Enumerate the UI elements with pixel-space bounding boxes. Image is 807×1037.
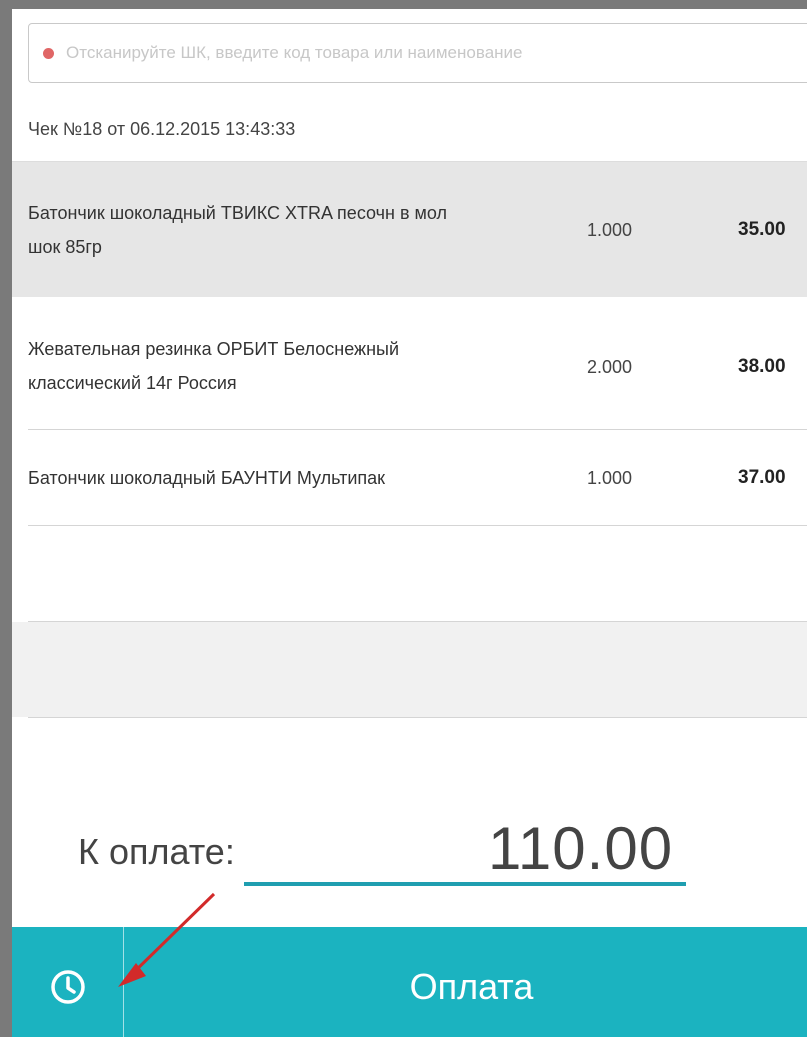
scanner-status-icon — [43, 47, 54, 59]
pay-button[interactable]: Оплата — [124, 927, 807, 1037]
item-price: 37.00 — [738, 467, 786, 488]
receipt-item-row[interactable]: Жевательная резинка ОРБИТ Белоснежный кл… — [12, 297, 807, 430]
item-name: Жевательная резинка ОРБИТ Белоснежный кл… — [28, 339, 399, 393]
item-quantity: 1.000 — [587, 220, 633, 240]
item-name: Батончик шоколадный ТВИКС XTRA песочн в … — [28, 203, 448, 257]
history-button[interactable] — [12, 927, 124, 1037]
receipt-title: Чек №18 от 06.12.2015 13:43:33 — [28, 119, 296, 139]
total-amount: 110.00 — [488, 815, 674, 882]
search-field[interactable] — [28, 23, 807, 83]
row-divider — [28, 717, 807, 718]
total-underline — [244, 882, 686, 886]
pos-window: Чек №18 от 06.12.2015 13:43:33 Батончик … — [0, 0, 807, 1037]
item-price: 38.00 — [738, 356, 786, 377]
total-label: К оплате: — [78, 831, 235, 872]
row-divider — [28, 525, 807, 526]
receipt-item-row[interactable]: Батончик шоколадный ТВИКС XTRA песочн в … — [12, 162, 807, 297]
receipt-item-row[interactable]: Батончик шоколадный БАУНТИ Мультипак 1.0… — [12, 430, 807, 526]
item-quantity: 1.000 — [587, 468, 633, 488]
item-quantity: 2.000 — [587, 357, 633, 377]
action-bar: Оплата — [12, 927, 807, 1037]
clock-icon — [50, 969, 85, 1004]
item-name: Батончик шоколадный БАУНТИ Мультипак — [28, 468, 386, 488]
search-input[interactable] — [64, 42, 807, 64]
empty-row — [12, 622, 807, 717]
item-price: 35.00 — [738, 219, 786, 240]
